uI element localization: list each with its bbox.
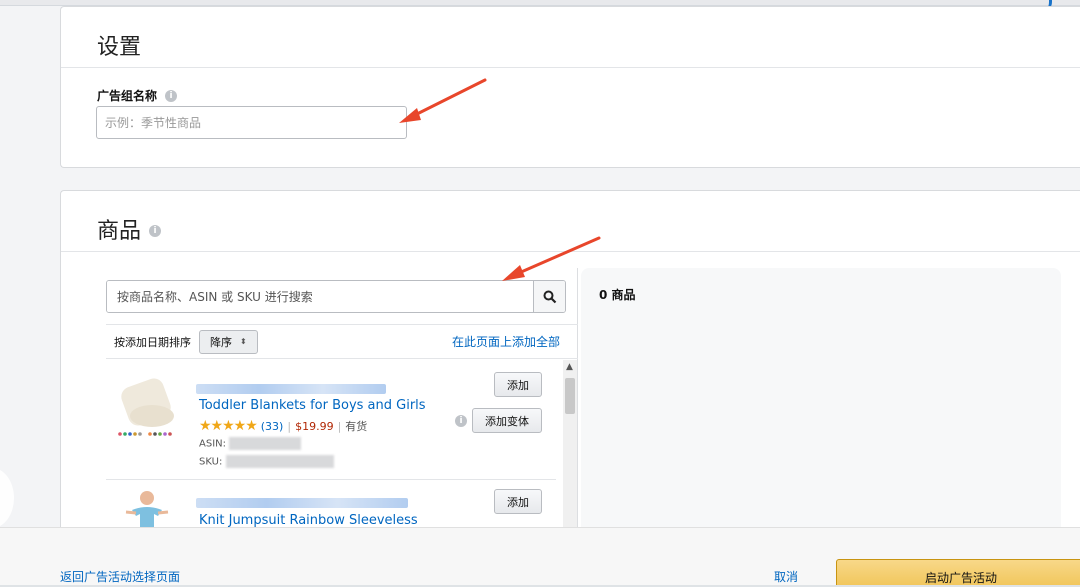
selected-products-panel: 0 商品	[581, 268, 1061, 568]
floating-widget	[0, 468, 14, 528]
sort-order-value: 降序	[210, 335, 232, 349]
scroll-thumb[interactable]	[565, 378, 575, 414]
products-title: 商品	[97, 219, 142, 244]
blanket-thumbnail	[118, 378, 174, 436]
ad-group-name-label-text: 广告组名称	[97, 89, 158, 103]
back-to-campaign-selection-link[interactable]: 返回广告活动选择页面	[60, 568, 180, 585]
scroll-up-icon[interactable]: ▲	[566, 362, 573, 372]
sort-label: 按添加日期排序	[114, 335, 191, 349]
info-icon[interactable]: i	[455, 415, 467, 427]
ad-group-name-input[interactable]	[96, 106, 407, 139]
sort-row: 按添加日期排序 降序 ⬍ 在此页面上添加全部	[106, 324, 578, 359]
cancel-link[interactable]: 取消	[774, 568, 798, 585]
separator: |	[337, 419, 342, 433]
launch-campaign-button[interactable]: 启动广告活动	[836, 559, 1080, 587]
product-search-input[interactable]	[107, 281, 533, 312]
sku-line: SKU:	[199, 455, 334, 468]
search-icon	[543, 290, 556, 303]
star-rating: ★★★★★	[199, 418, 258, 434]
select-arrows-icon: ⬍	[240, 337, 247, 346]
add-button[interactable]: 添加	[494, 489, 542, 514]
product-title-link[interactable]: Toddler Blankets for Boys and Girls	[199, 398, 426, 413]
rating-row: ★★★★★ (33) | $19.99 | 有货	[199, 418, 367, 434]
blurred-text	[196, 384, 386, 394]
review-count-link[interactable]: (33)	[261, 420, 284, 433]
settings-title: 设置	[61, 7, 1080, 68]
price: $19.99	[295, 419, 334, 433]
info-icon[interactable]: i	[165, 89, 178, 102]
asin-line: ASIN:	[199, 437, 302, 450]
blurred-text	[196, 498, 408, 508]
add-button[interactable]: 添加	[494, 372, 542, 397]
annotation-arrow-icon	[399, 78, 487, 123]
add-all-link[interactable]: 在此页面上添加全部	[452, 333, 560, 350]
ad-group-name-label: 广告组名称 i	[97, 87, 178, 104]
product-title-link[interactable]: Knit Jumpsuit Rainbow Sleeveless	[199, 513, 418, 528]
annotation-arrow-icon	[502, 236, 601, 281]
product-row: Toddler Blankets for Boys and Girls ★★★★…	[106, 360, 556, 480]
info-icon[interactable]: i	[149, 225, 162, 237]
sort-order-select[interactable]: 降序 ⬍	[199, 329, 258, 354]
product-search-panel: 按添加日期排序 降序 ⬍ 在此页面上添加全部 Toddler Blankets …	[106, 268, 578, 558]
blurred-sku	[225, 455, 334, 468]
add-variations-button[interactable]: 添加变体	[472, 408, 542, 433]
selected-product-count: 0 商品	[599, 288, 636, 302]
separator: |	[287, 419, 292, 433]
stock-status: 有货	[345, 420, 368, 433]
product-search-box	[106, 280, 566, 313]
asin-label: ASIN:	[199, 438, 226, 450]
footer-bar: 返回广告活动选择页面 取消 启动广告活动	[0, 527, 1080, 587]
sku-label: SKU:	[199, 456, 223, 468]
settings-section: 设置 广告组名称 i	[60, 6, 1080, 168]
blurred-asin	[229, 437, 302, 450]
